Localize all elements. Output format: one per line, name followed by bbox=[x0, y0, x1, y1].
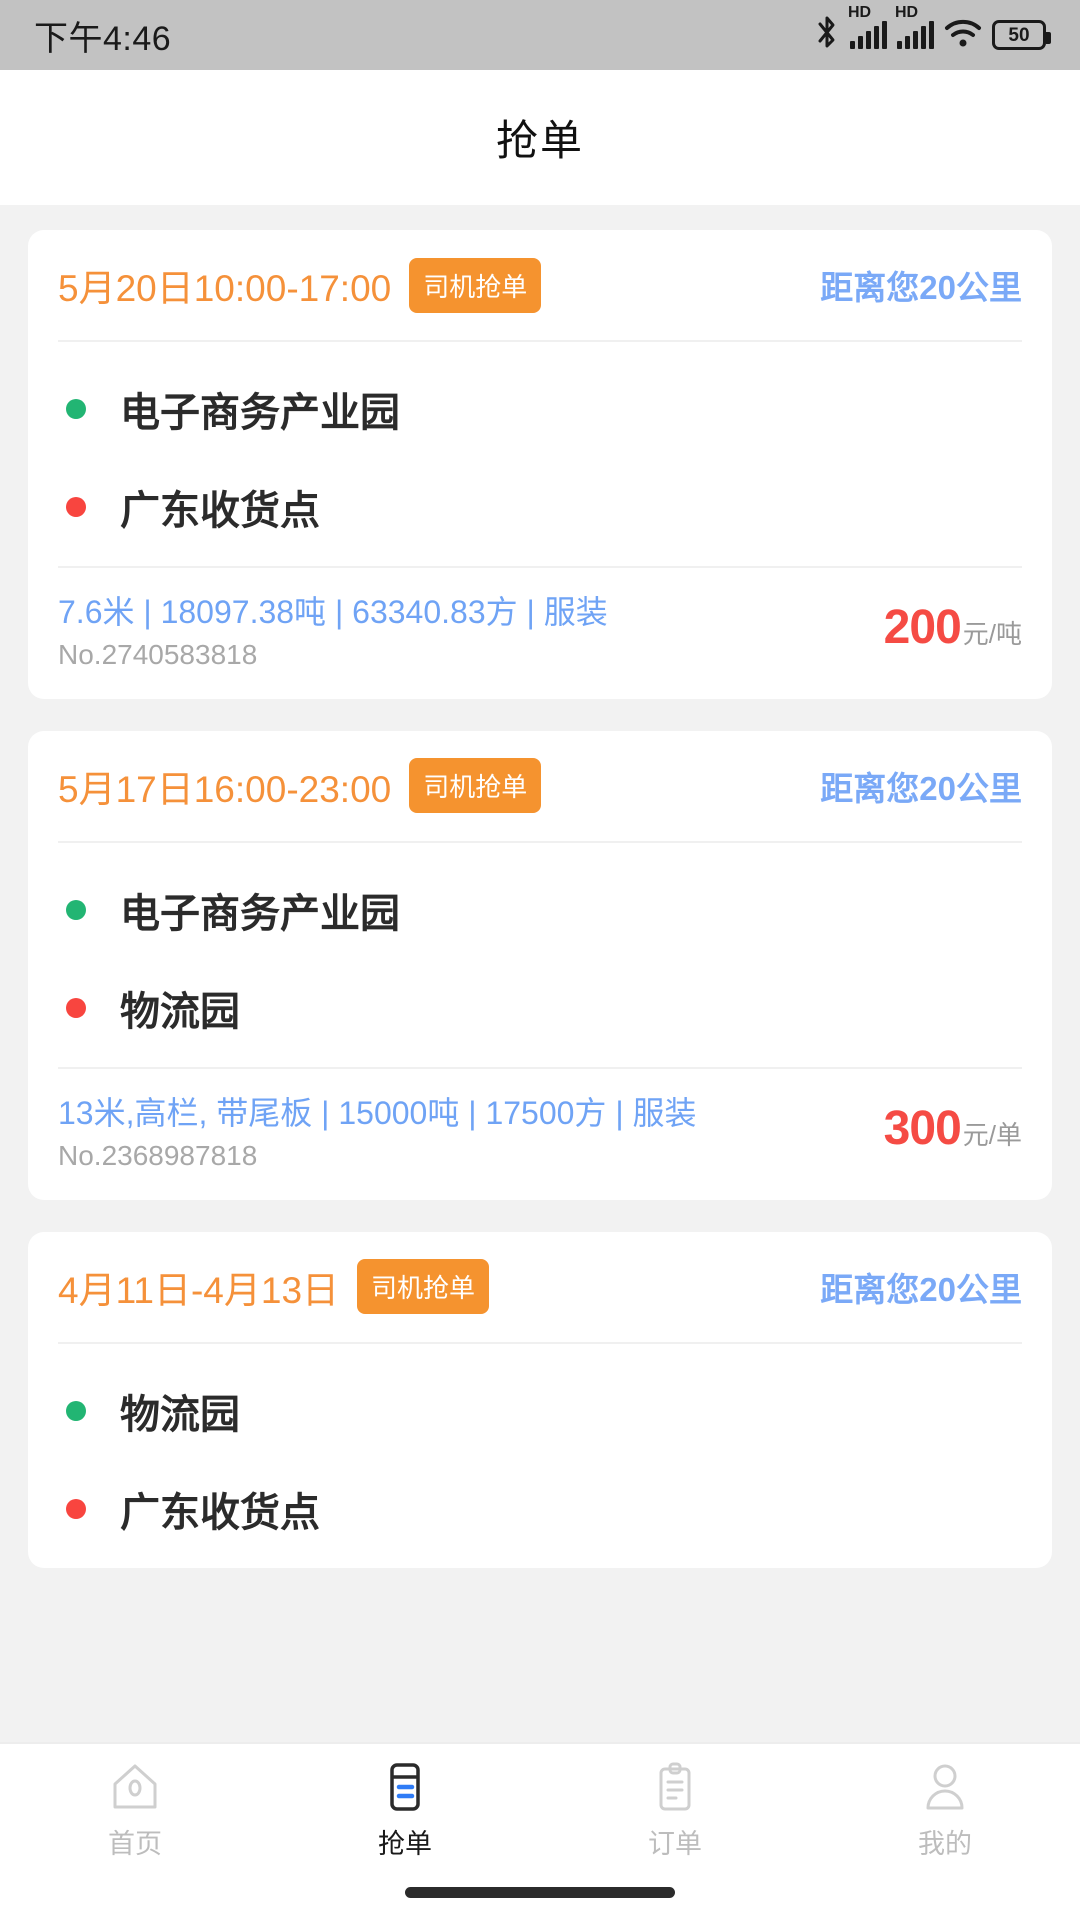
order-route: 物流园 广东收货点 bbox=[58, 1344, 1022, 1568]
order-route: 电子商务产业园 物流园 bbox=[58, 843, 1022, 1067]
order-card[interactable]: 5月17日16:00-23:00 司机抢单 距离您20公里 电子商务产业园 物流… bbox=[28, 730, 1052, 1200]
end-dot-icon bbox=[66, 1498, 86, 1519]
grab-order-icon bbox=[378, 1760, 432, 1814]
route-start: 物流园 bbox=[58, 1362, 1022, 1460]
order-distance: 距离您20公里 bbox=[820, 1270, 1022, 1308]
order-list[interactable]: 5月20日10:00-17:00 司机抢单 距离您20公里 电子商务产业园 广东… bbox=[0, 205, 1080, 1742]
tab-profile-label: 我的 bbox=[918, 1829, 972, 1859]
tab-profile[interactable]: 我的 bbox=[810, 1760, 1080, 1861]
order-card-footer: 7.6米 | 18097.38吨 | 63340.83方 | 服装 No.274… bbox=[58, 566, 1022, 699]
end-location: 广东收货点 bbox=[120, 1490, 320, 1535]
order-distance: 距离您20公里 bbox=[820, 769, 1022, 807]
order-price: 200 bbox=[883, 601, 962, 654]
start-dot-icon bbox=[66, 1400, 86, 1421]
order-card-header: 5月17日16:00-23:00 司机抢单 距离您20公里 bbox=[58, 731, 1022, 843]
hd-signal-icon: HD bbox=[895, 5, 934, 49]
order-price-group: 200 元/吨 bbox=[878, 600, 1022, 655]
order-card[interactable]: 4月11日-4月13日 司机抢单 距离您20公里 物流园 广东收货点 bbox=[28, 1231, 1052, 1568]
hd-signal-icon: HD bbox=[848, 5, 887, 49]
wifi-icon bbox=[944, 17, 982, 54]
order-card-footer: 13米,高栏, 带尾板 | 15000吨 | 17500方 | 服装 No.23… bbox=[58, 1066, 1022, 1200]
end-location: 物流园 bbox=[120, 989, 240, 1034]
status-badge: 司机抢单 bbox=[357, 1259, 490, 1315]
order-price-unit: 元/吨 bbox=[962, 619, 1022, 649]
status-badge: 司机抢单 bbox=[409, 257, 542, 313]
order-route: 电子商务产业园 广东收货点 bbox=[58, 342, 1022, 566]
app-screen: 下午4:46 HD HD 50 抢单 5月20日10:00-17:00 司机抢单… bbox=[0, 0, 1080, 1920]
order-date: 4月11日-4月13日 bbox=[58, 1269, 340, 1311]
order-price: 300 bbox=[883, 1101, 962, 1155]
bottom-tab-bar: 首页 抢单 订单 我的 bbox=[0, 1742, 1080, 1920]
order-number: No.2740583818 bbox=[58, 638, 258, 670]
order-price-unit: 元/单 bbox=[962, 1119, 1022, 1150]
route-start: 电子商务产业园 bbox=[58, 861, 1022, 959]
start-location: 电子商务产业园 bbox=[120, 391, 400, 435]
home-icon bbox=[108, 1760, 162, 1814]
tab-grab-order[interactable]: 抢单 bbox=[270, 1760, 540, 1861]
status-icon-group: HD HD 50 bbox=[814, 5, 1051, 55]
status-badge: 司机抢单 bbox=[409, 758, 542, 814]
order-price-group: 300 元/单 bbox=[878, 1101, 1022, 1156]
page-header: 抢单 bbox=[0, 70, 1080, 205]
end-location: 广东收货点 bbox=[120, 489, 320, 533]
order-spec-group: 13米,高栏, 带尾板 | 15000吨 | 17500方 | 服装 No.23… bbox=[58, 1095, 878, 1172]
order-distance: 距离您20公里 bbox=[820, 269, 1022, 306]
tab-orders-label: 订单 bbox=[648, 1829, 702, 1859]
order-date: 5月17日16:00-23:00 bbox=[58, 768, 392, 810]
battery-level: 50 bbox=[1008, 24, 1030, 46]
order-card[interactable]: 5月20日10:00-17:00 司机抢单 距离您20公里 电子商务产业园 广东… bbox=[28, 230, 1052, 699]
order-number: No.2368987818 bbox=[58, 1139, 258, 1171]
order-spec: 13米,高栏, 带尾板 | 15000吨 | 17500方 | 服装 bbox=[58, 1094, 697, 1131]
route-end: 物流园 bbox=[58, 959, 1022, 1057]
page-title: 抢单 bbox=[495, 117, 584, 164]
route-end: 广东收货点 bbox=[58, 458, 1022, 556]
order-card-header: 4月11日-4月13日 司机抢单 距离您20公里 bbox=[58, 1232, 1022, 1344]
start-dot-icon bbox=[66, 399, 86, 419]
tab-home[interactable]: 首页 bbox=[0, 1760, 270, 1861]
route-start: 电子商务产业园 bbox=[58, 360, 1022, 458]
end-dot-icon bbox=[66, 997, 86, 1018]
order-spec-group: 7.6米 | 18097.38吨 | 63340.83方 | 服装 No.274… bbox=[58, 594, 878, 671]
tab-home-label: 首页 bbox=[108, 1829, 162, 1859]
battery-icon: 50 bbox=[992, 20, 1051, 50]
home-indicator[interactable] bbox=[405, 1887, 675, 1898]
tab-orders[interactable]: 订单 bbox=[540, 1760, 810, 1861]
start-location: 物流园 bbox=[120, 1392, 240, 1437]
bluetooth-icon bbox=[814, 16, 840, 55]
start-location: 电子商务产业园 bbox=[120, 891, 400, 936]
order-spec: 7.6米 | 18097.38吨 | 63340.83方 | 服装 bbox=[58, 594, 608, 630]
order-date: 5月20日10:00-17:00 bbox=[58, 268, 392, 309]
clipboard-icon bbox=[648, 1760, 702, 1814]
route-end: 广东收货点 bbox=[58, 1460, 1022, 1558]
person-icon bbox=[918, 1760, 972, 1814]
start-dot-icon bbox=[66, 899, 86, 920]
tab-grab-order-label: 抢单 bbox=[378, 1829, 432, 1859]
end-dot-icon bbox=[66, 497, 86, 517]
status-time: 下午4:46 bbox=[34, 19, 172, 58]
status-bar: 下午4:46 HD HD 50 bbox=[0, 0, 1080, 70]
order-card-header: 5月20日10:00-17:00 司机抢单 距离您20公里 bbox=[58, 230, 1022, 342]
